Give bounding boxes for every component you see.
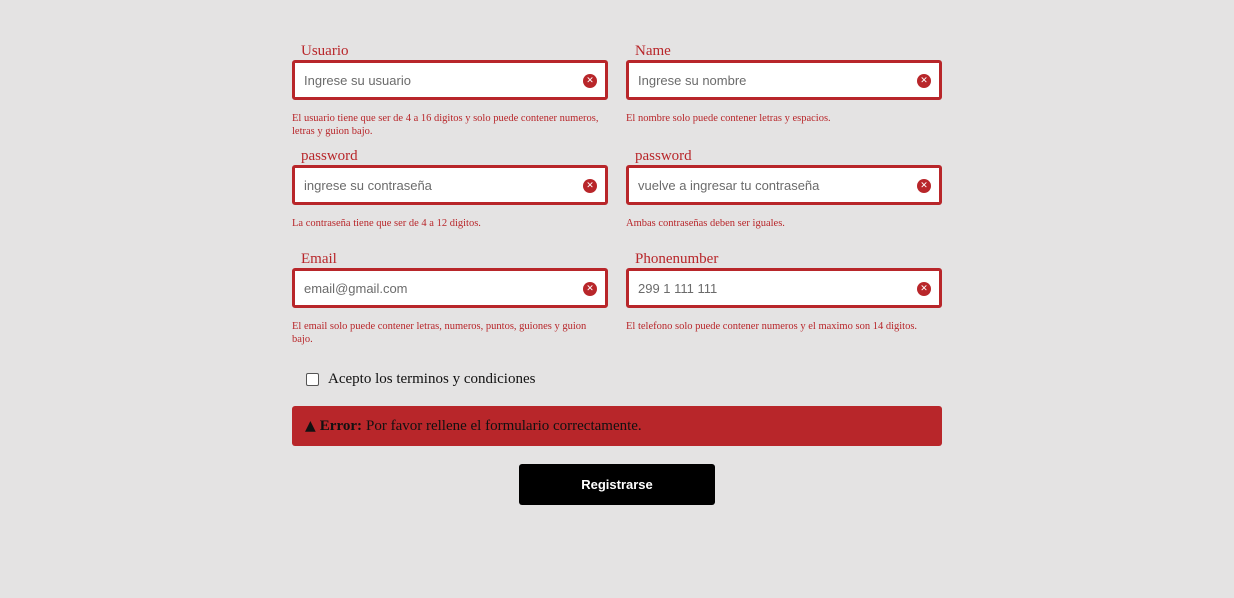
password-confirm-field-wrapper: ✕ (626, 165, 942, 205)
terms-checkbox[interactable] (306, 373, 319, 386)
password-confirm-input[interactable] (629, 168, 939, 202)
terms-row: Acepto los terminos y condiciones (306, 371, 535, 388)
error-circle-icon: ✕ (917, 74, 931, 88)
register-button[interactable]: Registrarse (519, 464, 715, 505)
password-group: password ✕ La contraseña tiene que ser d… (292, 147, 608, 230)
usuario-error-hint: El usuario tiene que ser de 4 a 16 digit… (292, 113, 599, 137)
usuario-label: Usuario (301, 43, 349, 59)
password-confirm-group: password ✕ Ambas contraseñas deben ser i… (626, 147, 942, 230)
email-group: Email ✕ El email solo puede contener let… (292, 250, 608, 346)
email-input[interactable] (295, 271, 605, 305)
phonenumber-input[interactable] (629, 271, 939, 305)
usuario-group: Usuario ✕ El usuario tiene que ser de 4 … (292, 42, 608, 138)
phonenumber-group: Phonenumber ✕ El telefono solo puede con… (626, 250, 942, 346)
phonenumber-label: Phonenumber (635, 251, 719, 267)
error-circle-icon: ✕ (583, 179, 597, 193)
terms-label[interactable]: Acepto los terminos y condiciones (328, 371, 535, 388)
name-label: Name (635, 43, 671, 59)
registration-form: Usuario ✕ El usuario tiene que ser de 4 … (292, 42, 942, 346)
warning-icon: ▲ (305, 418, 316, 434)
form-grid: Usuario ✕ El usuario tiene que ser de 4 … (292, 42, 942, 346)
error-circle-icon: ✕ (583, 282, 597, 296)
password-error-hint: La contraseña tiene que ser de 4 a 12 di… (292, 218, 481, 229)
password-field-wrapper: ✕ (292, 165, 608, 205)
alert-message: Por favor rellene el formulario correcta… (365, 417, 642, 434)
name-input[interactable] (629, 63, 939, 97)
usuario-input[interactable] (295, 63, 605, 97)
name-field-wrapper: ✕ (626, 60, 942, 100)
email-error-hint: El email solo puede contener letras, num… (292, 321, 587, 345)
error-circle-icon: ✕ (917, 282, 931, 296)
error-circle-icon: ✕ (917, 179, 931, 193)
error-alert: ▲ Error: Por favor rellene el formulario… (292, 406, 942, 446)
phonenumber-error-hint: El telefono solo puede contener numeros … (626, 321, 918, 332)
phonenumber-field-wrapper: ✕ (626, 268, 942, 308)
password-confirm-error-hint: Ambas contraseñas deben ser iguales. (626, 218, 785, 229)
email-field-wrapper: ✕ (292, 268, 608, 308)
email-label: Email (301, 251, 337, 267)
usuario-field-wrapper: ✕ (292, 60, 608, 100)
password-label: password (301, 148, 358, 164)
error-circle-icon: ✕ (583, 74, 597, 88)
password-confirm-label: password (635, 148, 692, 164)
password-input[interactable] (295, 168, 605, 202)
name-group: Name ✕ El nombre solo puede contener let… (626, 42, 942, 138)
alert-title: Error: (319, 417, 362, 434)
name-error-hint: El nombre solo puede contener letras y e… (626, 113, 831, 124)
